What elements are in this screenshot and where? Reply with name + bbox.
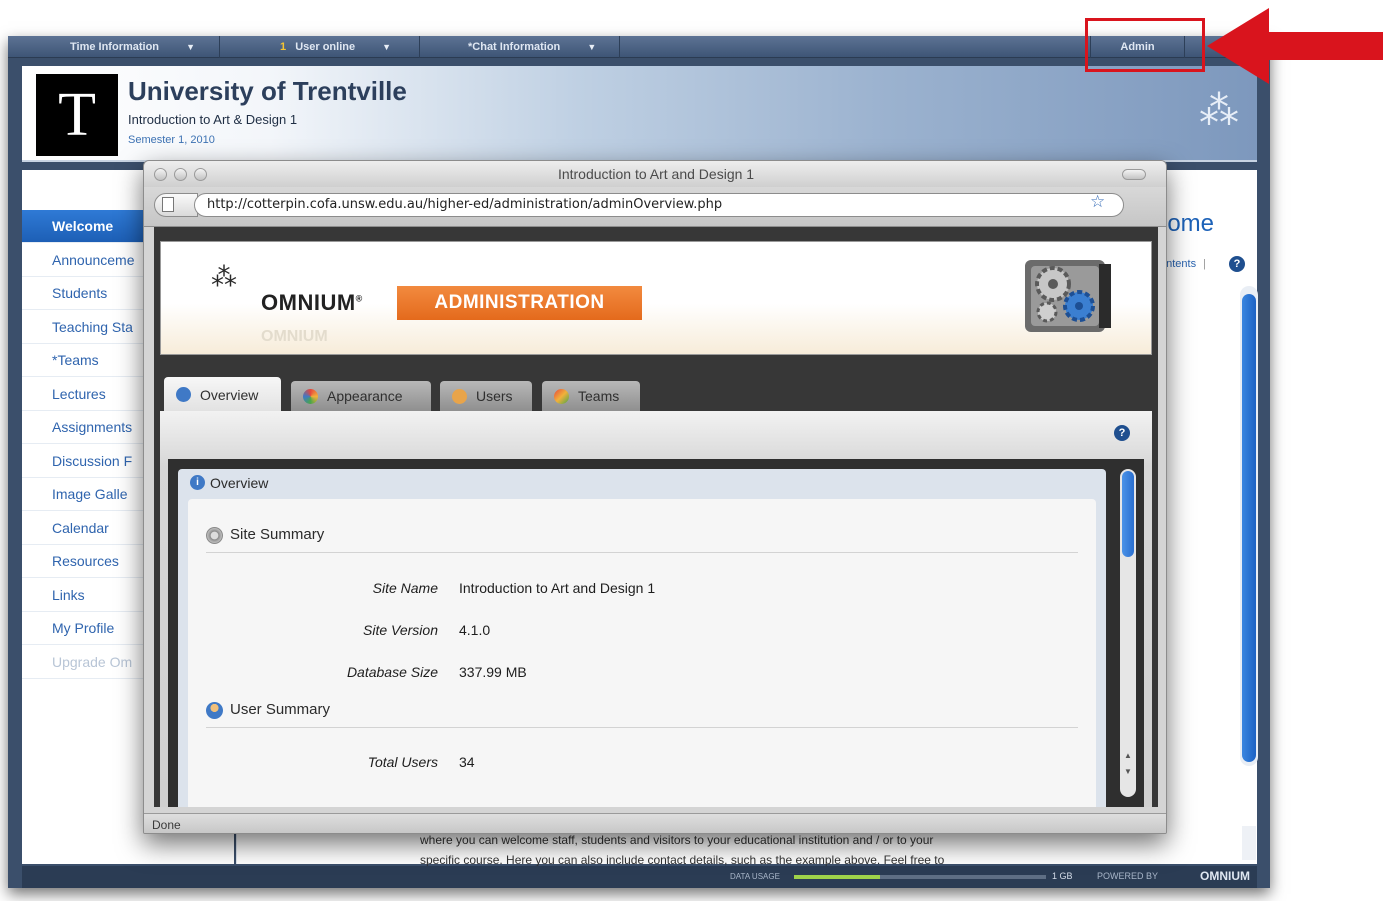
administration-tag: ADMINISTRATION <box>397 286 642 320</box>
university-logo: T <box>36 74 118 156</box>
omnium-reflection: OMNIUM <box>261 328 328 345</box>
main-scrollbar[interactable] <box>1240 286 1258 766</box>
data-usage-label: DATA USAGE <box>730 872 780 881</box>
scroll-down-icon[interactable]: ▼ <box>1124 767 1132 776</box>
browser-window: Introduction to Art and Design 1 http://… <box>143 160 1167 834</box>
overview-card: Site Summary Site Name Introduction to A… <box>188 499 1096 807</box>
tab-overview[interactable]: Overview <box>164 377 281 411</box>
main-scrollbar-arrows[interactable] <box>1242 826 1256 860</box>
site-name-label: Site Name <box>372 580 438 596</box>
close-window-icon[interactable] <box>154 168 167 181</box>
course-name: Introduction to Art & Design 1 <box>128 112 298 127</box>
highlight-box <box>1085 18 1205 72</box>
site-version-value: 4.1.0 <box>459 622 491 638</box>
gears-icon <box>1025 260 1111 332</box>
footer-brand: OMNIUM <box>1200 869 1250 883</box>
users-online-menu[interactable]: 1 User online ▼ <box>220 36 420 58</box>
time-information-menu[interactable]: Time Information ▼ <box>8 36 220 58</box>
gear-icon <box>206 527 223 544</box>
tab-overview-label: Overview <box>200 387 259 403</box>
browser-status-bar: Done <box>144 813 1166 833</box>
address-toolbar: http://cotterpin.cofa.unsw.edu.au/higher… <box>144 187 1166 227</box>
chat-information-menu[interactable]: *Chat Information ▼ <box>420 36 620 58</box>
database-size-label: Database Size <box>346 664 438 680</box>
chevron-down-icon: ▼ <box>186 42 196 52</box>
total-users-label: Total Users <box>367 754 438 770</box>
site-header: T University of Trentville Introduction … <box>22 66 1257 162</box>
site-summary-heading: Site Summary <box>206 523 1078 553</box>
registered-mark: ® <box>355 293 363 304</box>
total-users-value: 34 <box>459 754 475 770</box>
window-titlebar: Introduction to Art and Design 1 <box>144 161 1166 187</box>
tab-teams-label: Teams <box>578 388 620 404</box>
tab-teams[interactable]: Teams <box>542 381 640 411</box>
chevron-down-icon: ▼ <box>587 42 597 52</box>
tab-users-label: Users <box>476 388 513 404</box>
help-icon[interactable]: ? <box>1229 256 1245 272</box>
chat-information-label: *Chat Information <box>468 41 561 53</box>
info-icon: i <box>190 475 205 490</box>
site-title: University of Trentville <box>128 76 407 106</box>
site-summary-title: Site Summary <box>230 526 325 543</box>
omnium-wordmark: OMNIUM® <box>261 290 363 316</box>
semester-label: Semester 1, 2010 <box>128 134 215 146</box>
database-size-value: 337.99 MB <box>459 664 527 680</box>
user-icon <box>206 702 223 719</box>
info-icon <box>176 387 191 402</box>
overview-scrollbar[interactable]: ▲ ▼ <box>1120 469 1136 797</box>
tab-appearance-label: Appearance <box>327 388 403 404</box>
team-icon <box>554 389 569 404</box>
user-icon <box>452 389 467 404</box>
page-button[interactable] <box>154 193 198 217</box>
user-summary-heading: User Summary <box>206 698 1078 728</box>
user-summary-title: User Summary <box>230 701 331 718</box>
scroll-up-icon[interactable]: ▲ <box>1124 751 1132 760</box>
separator: | <box>1203 258 1207 270</box>
window-title: Introduction to Art and Design 1 <box>557 166 755 182</box>
admin-page: ⁂ OMNIUM® OMNIUM ADMINISTRATION Overview… <box>154 227 1158 807</box>
chevron-down-icon: ▼ <box>382 42 392 52</box>
minimize-window-icon[interactable] <box>174 168 187 181</box>
scrollbar-thumb[interactable] <box>1122 471 1134 557</box>
top-toolbar: Time Information ▼ 1 User online ▼ *Chat… <box>8 36 1270 58</box>
site-name-value: Introduction to Art and Design 1 <box>459 580 656 596</box>
help-icon[interactable]: ? <box>1114 425 1130 441</box>
data-usage-bar <box>794 875 1046 879</box>
time-information-label: Time Information <box>70 41 160 53</box>
bookmark-star-icon[interactable]: ☆ <box>1090 192 1105 212</box>
toolbar-toggle-icon[interactable] <box>1122 169 1146 180</box>
page-icon <box>162 197 174 212</box>
site-version-label: Site Version <box>363 622 438 638</box>
omnium-wordmark-text: OMNIUM <box>261 290 356 315</box>
omnium-logo-icon: ⁂ <box>211 262 237 292</box>
red-arrow-icon <box>1207 8 1383 84</box>
palette-icon <box>303 389 318 404</box>
overview-box: i Overview Site Summary Site Name Introd… <box>178 469 1106 807</box>
welcome-body-text: where you can welcome staff, students an… <box>420 830 1080 870</box>
tab-appearance[interactable]: Appearance <box>291 381 431 411</box>
zoom-window-icon[interactable] <box>194 168 207 181</box>
powered-by-label: POWERED BY <box>1097 871 1159 881</box>
overview-title: Overview <box>210 475 269 491</box>
overview-container: i Overview Site Summary Site Name Introd… <box>168 459 1144 807</box>
omnium-logo-icon: ⁂ <box>1199 89 1239 133</box>
url-field[interactable]: http://cotterpin.cofa.unsw.edu.au/higher… <box>194 193 1124 217</box>
users-online-count: 1 <box>280 41 287 53</box>
data-capacity: 1 GB <box>1052 871 1073 881</box>
tab-users[interactable]: Users <box>440 381 532 411</box>
scrollbar-thumb[interactable] <box>1242 294 1256 762</box>
users-online-label: User online <box>295 41 356 53</box>
tab-panel: ? i Overview Site Summary Site Name Intr… <box>160 411 1152 807</box>
overview-header: i Overview <box>178 469 1106 497</box>
site-footer: DATA USAGE 1 GB POWERED BY OMNIUM <box>22 866 1257 888</box>
admin-banner: ⁂ OMNIUM® OMNIUM ADMINISTRATION <box>160 241 1152 355</box>
data-usage-fill <box>794 875 880 879</box>
